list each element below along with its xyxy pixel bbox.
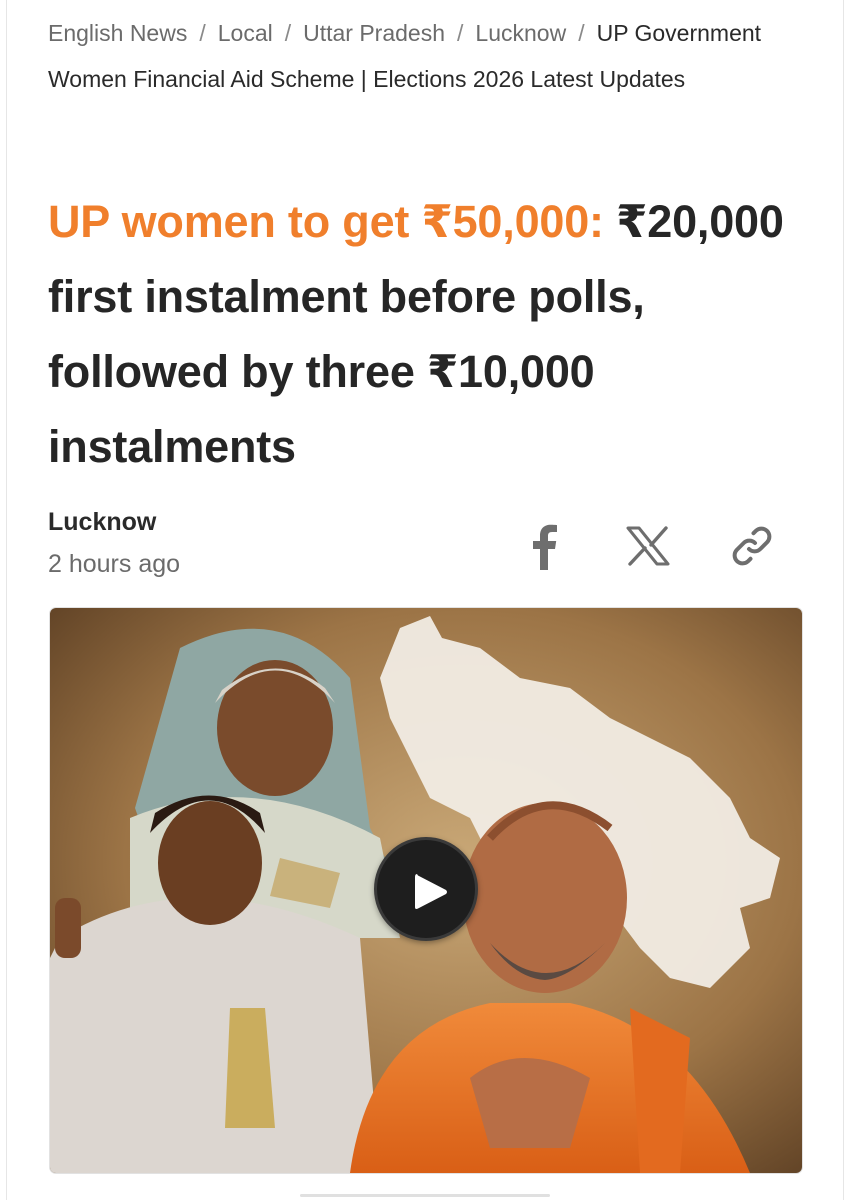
- share-x-button[interactable]: [618, 516, 678, 576]
- copy-link-button[interactable]: [722, 516, 782, 576]
- breadcrumb-separator: /: [284, 20, 292, 46]
- breadcrumb-separator: /: [457, 20, 464, 46]
- breadcrumb-item-english-news[interactable]: English News: [48, 20, 187, 46]
- article-headline: UP women to get ₹50,000: ₹20,000 first i…: [48, 184, 818, 484]
- breadcrumb: English News / Local / Uttar Pradesh / Lucknow…: [48, 10, 808, 102]
- breadcrumb-item-uttar-pradesh[interactable]: Uttar Pradesh: [303, 20, 445, 46]
- article-location: Lucknow: [48, 508, 157, 536]
- article-timestamp: 2 hours ago: [48, 550, 181, 578]
- page-edge-left: [6, 0, 7, 1200]
- page-edge-right: [843, 0, 844, 1200]
- breadcrumb-separator: /: [199, 20, 206, 46]
- headline-accent: UP women to get ₹50,000:: [48, 196, 604, 247]
- breadcrumb-item-lucknow[interactable]: Lucknow: [475, 20, 566, 46]
- x-icon: [626, 526, 670, 566]
- share-facebook-button[interactable]: [514, 516, 574, 576]
- play-button[interactable]: [374, 837, 478, 941]
- breadcrumb-separator: /: [578, 20, 585, 46]
- facebook-icon: [533, 524, 557, 570]
- scroll-indicator: [300, 1194, 550, 1197]
- link-icon: [732, 526, 772, 566]
- play-icon: [415, 874, 447, 909]
- breadcrumb-item-local[interactable]: Local: [218, 20, 273, 46]
